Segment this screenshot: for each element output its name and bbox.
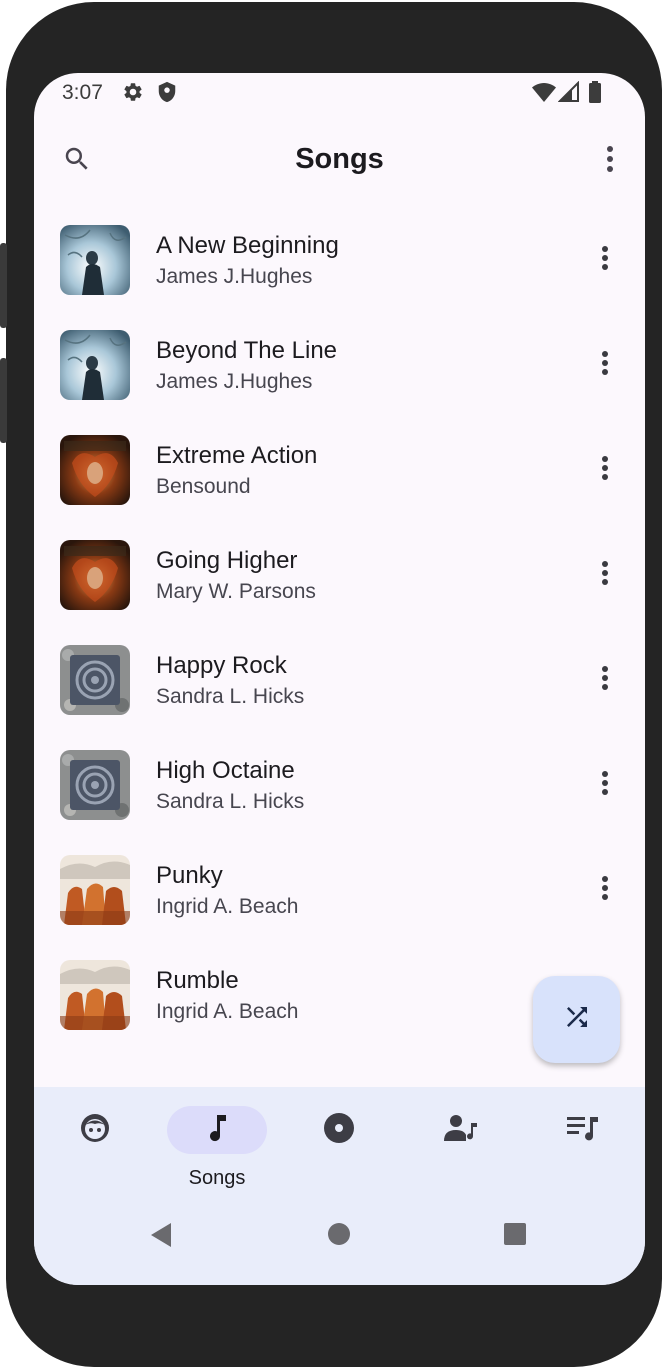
- song-artist: Ingrid A. Beach: [156, 1000, 299, 1023]
- song-row[interactable]: Going Higher Mary W. Parsons: [34, 517, 645, 622]
- song-title: Going Higher: [156, 547, 298, 574]
- song-row[interactable]: Beyond The Line James J.Hughes: [34, 307, 645, 412]
- song-title: A New Beginning: [156, 232, 339, 259]
- artist-icon: [444, 1113, 478, 1148]
- wifi-icon: [532, 81, 556, 108]
- nav-item-playlists[interactable]: [533, 1106, 633, 1196]
- song-artist: Sandra L. Hicks: [156, 790, 305, 813]
- album-art: [60, 645, 130, 715]
- song-artist: Bensound: [156, 475, 251, 498]
- nav-label-songs: Songs: [188, 1167, 246, 1189]
- album-art: [60, 750, 130, 820]
- song-menu-button[interactable]: [590, 555, 620, 595]
- music-note-icon: [204, 1113, 230, 1148]
- nav-pill-active: [167, 1106, 267, 1154]
- album-art: [60, 855, 130, 925]
- song-title: High Octaine: [156, 757, 295, 784]
- nav-pill: [289, 1106, 389, 1154]
- nav-item-artists[interactable]: [411, 1106, 511, 1196]
- song-row[interactable]: Extreme Action Bensound: [34, 412, 645, 517]
- more-vert-icon: [601, 350, 609, 381]
- home-icon[interactable]: [327, 1222, 351, 1251]
- song-row[interactable]: Punky Ingrid A. Beach: [34, 832, 645, 937]
- song-title: Extreme Action: [156, 442, 318, 469]
- nav-pill: [45, 1106, 145, 1154]
- gear-icon: [122, 81, 144, 108]
- back-icon[interactable]: [149, 1222, 173, 1253]
- album-art: [60, 435, 130, 505]
- screen: 3:07 Songs A New Beginning James J.Hughe…: [34, 73, 645, 1285]
- album-art: [60, 540, 130, 610]
- more-vert-icon: [601, 560, 609, 591]
- song-title: Rumble: [156, 967, 239, 994]
- song-menu-button[interactable]: [590, 870, 620, 910]
- nav-item-for-you[interactable]: [45, 1106, 145, 1196]
- song-artist: Mary W. Parsons: [156, 580, 316, 603]
- more-vert-icon: [601, 665, 609, 696]
- song-artist: Ingrid A. Beach: [156, 895, 299, 918]
- more-vert-icon: [601, 770, 609, 801]
- album-icon: [323, 1112, 355, 1149]
- face-icon: [79, 1112, 111, 1149]
- volume-button: [0, 243, 7, 328]
- shield-icon: [156, 81, 178, 108]
- battery-icon: [588, 81, 602, 108]
- shuffle-icon: [562, 1002, 592, 1037]
- song-menu-button[interactable]: [590, 660, 620, 700]
- shuffle-fab[interactable]: [533, 976, 620, 1063]
- more-vert-icon: [606, 145, 614, 178]
- album-art: [60, 330, 130, 400]
- playlist-icon: [567, 1114, 599, 1147]
- overflow-menu-button[interactable]: [590, 141, 630, 181]
- song-artist: Sandra L. Hicks: [156, 685, 305, 708]
- power-button: [0, 358, 7, 443]
- system-navigation: [34, 1206, 645, 1266]
- song-row[interactable]: Happy Rock Sandra L. Hicks: [34, 622, 645, 727]
- song-title: Punky: [156, 862, 223, 889]
- song-artist: James J.Hughes: [156, 265, 313, 288]
- song-row[interactable]: High Octaine Sandra L. Hicks: [34, 727, 645, 832]
- more-vert-icon: [601, 245, 609, 276]
- song-title: Happy Rock: [156, 652, 287, 679]
- song-menu-button[interactable]: [590, 345, 620, 385]
- nav-pill: [533, 1106, 633, 1154]
- nav-item-albums[interactable]: [289, 1106, 389, 1196]
- top-app-bar: Songs: [34, 123, 645, 199]
- status-time: 3:07: [62, 81, 103, 104]
- song-title: Beyond The Line: [156, 337, 338, 364]
- nav-item-songs[interactable]: Songs: [167, 1106, 267, 1196]
- more-vert-icon: [601, 455, 609, 486]
- song-menu-button[interactable]: [590, 450, 620, 490]
- more-vert-icon: [601, 875, 609, 906]
- album-art: [60, 960, 130, 1030]
- song-menu-button[interactable]: [590, 240, 620, 280]
- page-title: Songs: [295, 143, 384, 175]
- song-row[interactable]: A New Beginning James J.Hughes: [34, 202, 645, 307]
- song-artist: James J.Hughes: [156, 370, 313, 393]
- status-bar: 3:07: [34, 73, 645, 113]
- nav-pill: [411, 1106, 511, 1154]
- signal-icon: [557, 80, 580, 108]
- song-menu-button[interactable]: [590, 765, 620, 805]
- album-art: [60, 225, 130, 295]
- recents-icon[interactable]: [503, 1222, 527, 1251]
